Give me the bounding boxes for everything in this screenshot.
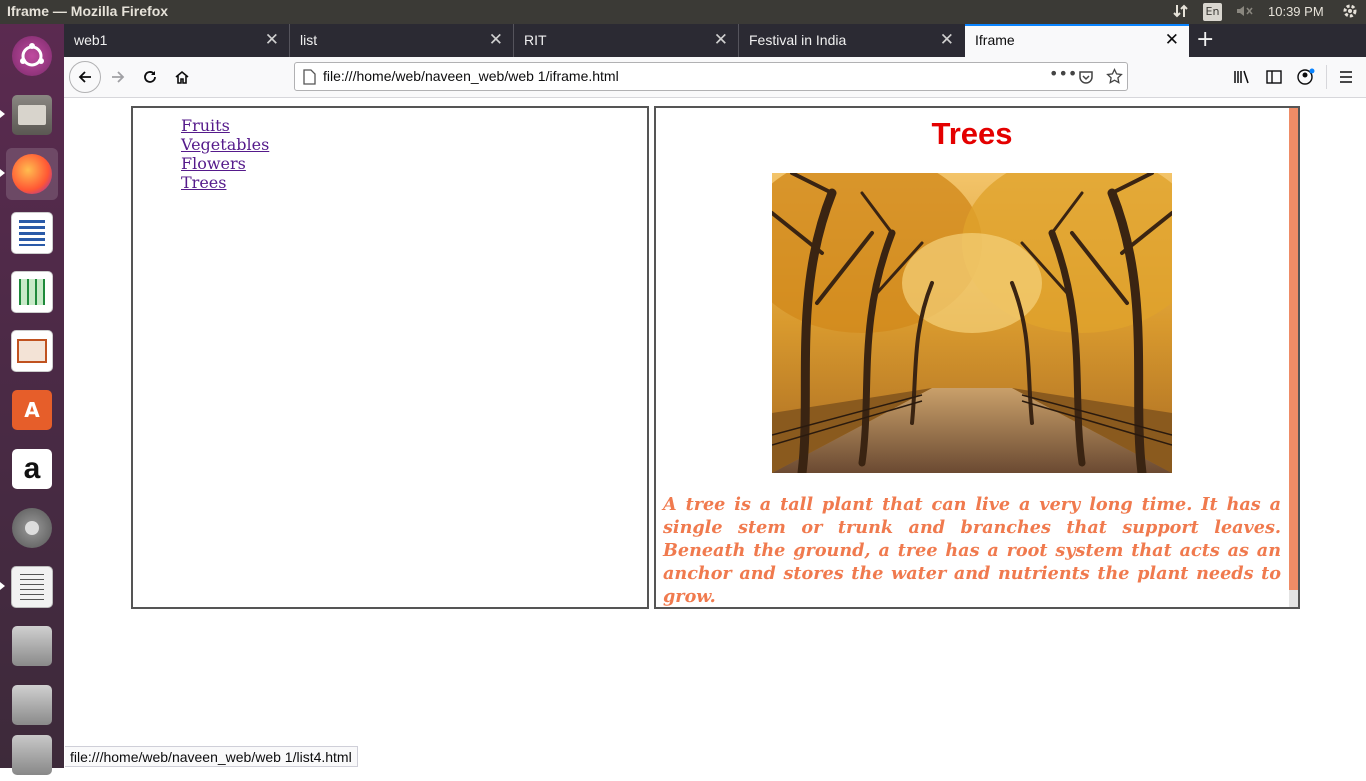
close-icon[interactable]: ✕	[489, 30, 503, 50]
autumn-trees-image	[772, 173, 1172, 473]
link-vegetables[interactable]: Vegetables	[181, 135, 269, 154]
disk-icon[interactable]	[6, 620, 58, 672]
link-trees[interactable]: Trees	[181, 173, 226, 192]
account-button[interactable]	[1292, 63, 1320, 91]
hamburger-menu-icon	[1340, 71, 1352, 83]
account-icon	[1297, 68, 1315, 85]
tab-rit[interactable]: RIT ✕	[514, 24, 739, 57]
list-item: Vegetables	[181, 135, 269, 154]
page-viewport: Fruits Vegetables Flowers Trees Trees A …	[64, 98, 1366, 768]
tab-iframe[interactable]: Iframe ✕	[965, 24, 1189, 57]
url-bar[interactable]: file:///home/web/naveen_web/web 1/iframe…	[294, 62, 1128, 91]
back-arrow-icon	[78, 71, 91, 83]
forward-arrow-icon	[112, 71, 125, 83]
page-icon	[303, 69, 316, 85]
navigation-toolbar: file:///home/web/naveen_web/web 1/iframe…	[64, 57, 1366, 98]
list-item: Flowers	[181, 154, 269, 173]
back-button[interactable]	[69, 61, 101, 93]
running-indicator	[0, 582, 5, 590]
close-icon[interactable]: ✕	[714, 30, 728, 50]
close-icon[interactable]: ✕	[940, 30, 954, 50]
tab-list[interactable]: list ✕	[290, 24, 514, 57]
app-launcher: A a	[0, 24, 64, 775]
software-center-icon[interactable]: A	[6, 384, 58, 436]
page-heading: Trees	[931, 116, 1013, 151]
new-tab-button[interactable]: +	[1196, 27, 1214, 52]
tab-label: Festival in India	[749, 32, 847, 48]
calc-icon[interactable]	[6, 266, 58, 318]
running-indicator	[0, 110, 5, 118]
forward-button[interactable]	[104, 63, 132, 91]
list-item: Fruits	[181, 116, 269, 135]
url-text[interactable]: file:///home/web/naveen_web/web 1/iframe…	[323, 68, 619, 84]
tab-web1[interactable]: web1 ✕	[64, 24, 290, 57]
window-title: Iframe — Mozilla Firefox	[7, 3, 169, 19]
sidebar-icon	[1266, 70, 1282, 84]
keyboard-layout-indicator[interactable]: En	[1203, 3, 1222, 21]
writer-icon[interactable]	[6, 207, 58, 259]
tab-label: Iframe	[975, 32, 1015, 48]
home-button[interactable]	[168, 63, 196, 91]
amazon-icon[interactable]: a	[6, 443, 58, 495]
system-settings-icon[interactable]	[6, 502, 58, 554]
scrollbar-track[interactable]	[1289, 590, 1298, 607]
tab-label: RIT	[524, 32, 547, 48]
close-icon[interactable]: ✕	[1165, 30, 1179, 50]
right-iframe[interactable]: Trees A tree is a tall plant that can li…	[654, 106, 1300, 609]
toolbar-divider	[1326, 65, 1327, 89]
link-flowers[interactable]: Flowers	[181, 154, 246, 173]
reload-button[interactable]	[136, 63, 164, 91]
system-top-bar: Iframe — Mozilla Firefox En 10:39 PM	[0, 0, 1366, 24]
link-status-bar: file:///home/web/naveen_web/web 1/list4.…	[65, 746, 358, 767]
gear-icon[interactable]	[1341, 2, 1359, 23]
close-icon[interactable]: ✕	[265, 30, 279, 50]
library-icon	[1234, 70, 1249, 84]
tab-label: web1	[74, 32, 108, 48]
page-actions-icon[interactable]: •••	[1049, 64, 1077, 83]
list-item: Trees	[181, 173, 269, 192]
left-iframe[interactable]: Fruits Vegetables Flowers Trees	[131, 106, 649, 609]
reload-icon	[144, 71, 156, 83]
trash-icon[interactable]	[6, 729, 58, 781]
files-icon[interactable]	[6, 89, 58, 141]
firefox-icon[interactable]	[6, 148, 58, 200]
text-editor-icon[interactable]	[6, 561, 58, 613]
volume-muted-icon[interactable]	[1235, 3, 1255, 22]
tab-festival-in-india[interactable]: Festival in India ✕	[739, 24, 964, 57]
library-button[interactable]	[1228, 63, 1256, 91]
tree-description: A tree is a tall plant that can live a v…	[663, 494, 1281, 607]
clock[interactable]: 10:39 PM	[1268, 4, 1324, 19]
pocket-icon	[1079, 71, 1093, 84]
menu-button[interactable]	[1332, 63, 1360, 91]
ubuntu-dash-icon[interactable]	[6, 30, 58, 82]
disk-icon[interactable]	[6, 679, 58, 731]
scrollbar-thumb[interactable]	[1289, 108, 1298, 590]
tab-label: list	[300, 32, 318, 48]
nav-link-list: Fruits Vegetables Flowers Trees	[181, 116, 269, 192]
bookmark-star-icon	[1106, 68, 1123, 84]
impress-icon[interactable]	[6, 325, 58, 377]
link-fruits[interactable]: Fruits	[181, 116, 230, 135]
network-icon[interactable]	[1172, 3, 1190, 22]
running-indicator	[0, 169, 5, 177]
tab-strip: web1 ✕ list ✕ RIT ✕ Festival in India ✕ …	[64, 24, 1366, 57]
sidebar-button[interactable]	[1260, 63, 1288, 91]
home-icon	[175, 70, 189, 84]
